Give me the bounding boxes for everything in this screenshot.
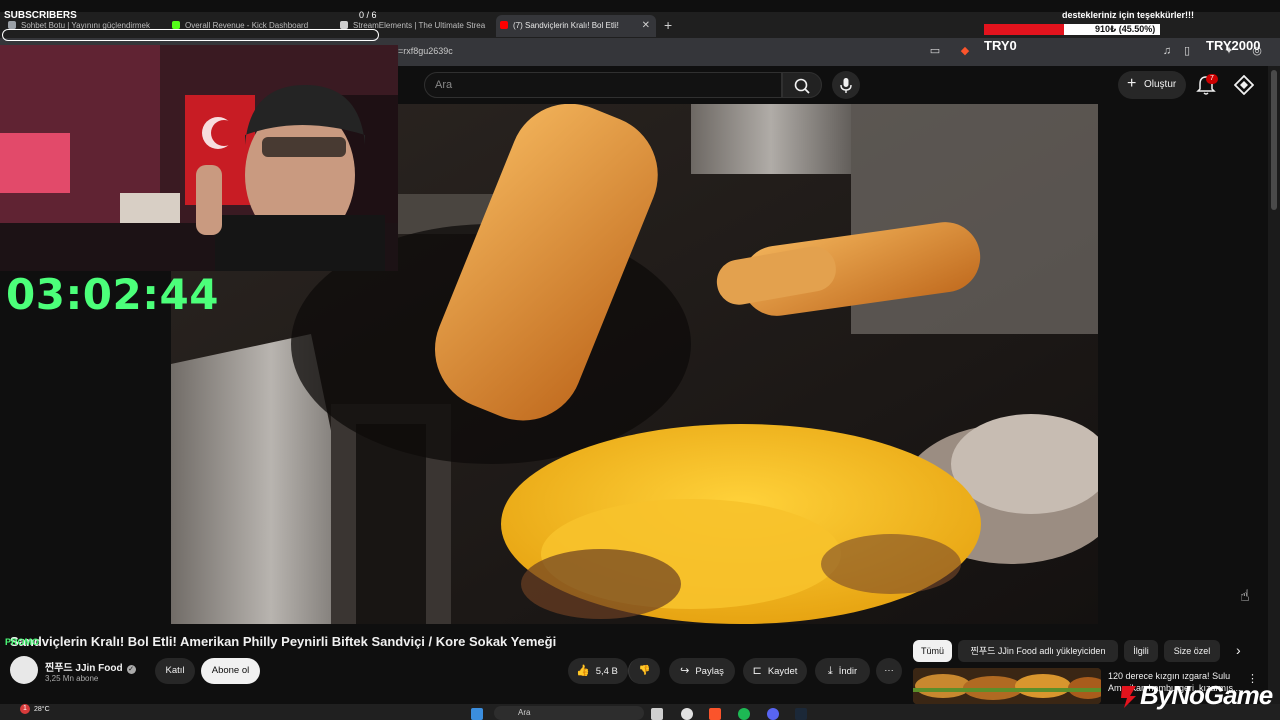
scrollbar-thumb[interactable]: [1271, 70, 1277, 210]
share-icon: ↪: [680, 665, 690, 677]
join-button[interactable]: Katıl: [155, 658, 195, 684]
promo-tag: PROMO: [5, 637, 40, 647]
share-label: Paylaş: [695, 666, 724, 677]
channel-name-text[interactable]: 찐푸드 JJin Food: [45, 663, 123, 674]
save-button[interactable]: ⊏ Kaydet: [743, 658, 807, 684]
search-button[interactable]: [782, 72, 822, 98]
steam-icon[interactable]: [795, 708, 807, 720]
donation-goal-fill: [984, 24, 1065, 35]
bookmark-icon: ⊏: [752, 665, 762, 677]
share-button[interactable]: ↪ Paylaş: [669, 658, 735, 684]
channel-name[interactable]: 찐푸드 JJin Food ✓: [45, 659, 136, 674]
pointer-hand-icon: ☝: [1240, 588, 1250, 605]
subscribers-goal-count: 0 / 6: [359, 10, 377, 20]
account-avatar-icon[interactable]: [1234, 75, 1254, 95]
channel-subscriber-count: 3,25 Mn abone: [45, 674, 99, 683]
brave-browser-icon[interactable]: [709, 708, 721, 720]
close-tab-icon[interactable]: ✕: [642, 20, 650, 31]
channel-avatar[interactable]: [10, 656, 38, 684]
thumbs-up-icon: 👍: [576, 665, 590, 677]
create-button[interactable]: + Oluştur: [1118, 71, 1186, 99]
tab-youtube[interactable]: (7) Sandviçlerin Kralı! Bol Etli! ✕: [496, 15, 656, 37]
donation-goal-title: destekleriniz için teşekkürler!!!: [1062, 10, 1195, 20]
chip-all[interactable]: Tümü: [913, 640, 952, 662]
subscribers-goal-bar: [2, 29, 379, 41]
url-text[interactable]: =rxf8gu2639c: [398, 46, 453, 56]
spotify-icon[interactable]: [738, 708, 750, 720]
chat-bot-icon: [8, 21, 16, 29]
chip-related[interactable]: İlgili: [1124, 640, 1158, 662]
video-title: Sandviçlerin Kralı! Bol Etli! Amerikan P…: [10, 634, 557, 649]
chip-from-uploader[interactable]: 찐푸드 JJin Food adlı yükleyiciden: [958, 640, 1118, 662]
stream-timer: 03:02:44: [6, 270, 219, 319]
webcam-overlay: [0, 45, 398, 271]
burger-thumbnail-image: [913, 668, 1101, 704]
thumbs-down-icon: 👎: [638, 665, 651, 676]
bynogame-logo-icon: [1121, 686, 1136, 708]
dislike-button[interactable]: 👎: [628, 658, 660, 684]
subscribe-button[interactable]: Abone ol: [201, 658, 260, 684]
download-icon: ⤓: [827, 665, 833, 677]
like-count: 5,4 B: [595, 666, 618, 677]
weather-badge: 1: [20, 704, 30, 714]
task-view-icon[interactable]: [651, 708, 663, 720]
streamelements-icon: [340, 21, 348, 29]
taskbar-search-label: Ara: [518, 708, 531, 717]
plus-icon: +: [1127, 75, 1137, 92]
search-icon: [794, 78, 810, 94]
like-button[interactable]: 👍 5,4 B: [568, 658, 628, 684]
new-tab-button[interactable]: +: [664, 17, 672, 33]
more-actions-button[interactable]: ···: [876, 658, 902, 684]
chip-for-you[interactable]: Size özel: [1164, 640, 1220, 662]
kick-icon: [172, 21, 180, 29]
brave-shield-icon[interactable]: ◆: [958, 44, 972, 58]
discord-icon[interactable]: [767, 708, 779, 720]
download-label: İndir: [838, 666, 858, 677]
recommended-video-thumbnail[interactable]: [913, 668, 1101, 704]
taskbar-search[interactable]: Ara: [494, 706, 644, 720]
voice-search-button[interactable]: [832, 71, 860, 99]
settings-icon[interactable]: [681, 708, 693, 720]
weather-temperature[interactable]: 28°C: [34, 706, 50, 713]
sidebar-background: [1098, 104, 1268, 624]
download-button[interactable]: ⤓ İndir: [815, 658, 870, 684]
verified-icon: ✓: [126, 665, 136, 674]
cast-icon[interactable]: ▭: [928, 44, 942, 58]
notification-badge: 7: [1206, 74, 1218, 84]
donation-goal-min: TRY0: [984, 38, 1017, 53]
save-label: Kaydet: [767, 666, 798, 677]
donation-goal-amount: 910₺ (45.50%): [1095, 24, 1156, 34]
chevron-right-icon[interactable]: ›: [1236, 642, 1241, 658]
search-input[interactable]: Ara: [424, 72, 782, 98]
microphone-icon: [840, 78, 852, 93]
bynogame-watermark: ByNoGame: [1140, 680, 1273, 710]
subscribers-goal-label: SUBSCRIBERS: [4, 10, 77, 21]
create-label: Oluştur: [1144, 79, 1177, 90]
youtube-icon: [500, 21, 508, 29]
windows-start-icon[interactable]: [471, 708, 483, 720]
streamer-webcam-image: [0, 45, 398, 271]
tab-label: (7) Sandviçlerin Kralı! Bol Etli!: [513, 21, 619, 30]
donation-goal-max: TRY2000: [1206, 38, 1261, 53]
sidebar-icon[interactable]: ▯: [1180, 44, 1194, 58]
music-icon[interactable]: ♫: [1160, 44, 1174, 58]
